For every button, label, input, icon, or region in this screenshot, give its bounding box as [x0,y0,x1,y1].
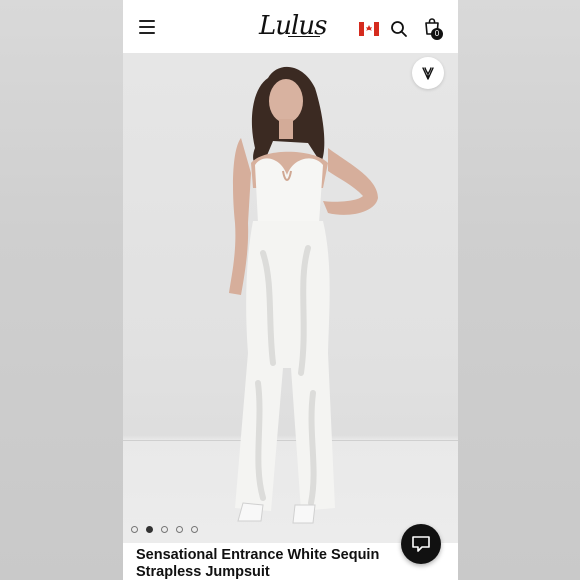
wishlist-button[interactable] [412,57,444,89]
canada-flag-icon[interactable] [359,22,379,36]
chat-button[interactable] [401,524,441,564]
logo-underline [288,36,320,37]
site-header: Lulus 0 [123,0,458,53]
product-title: Sensational Entrance White Sequin Strapl… [136,547,406,580]
product-title-line2: Strapless Jumpsuit [136,564,270,580]
model-illustration [229,66,378,524]
chat-icon [412,536,430,552]
product-title-line1: Sensational Entrance White Sequin [136,547,380,563]
search-icon[interactable] [390,20,408,38]
product-image[interactable] [123,53,458,543]
menu-icon[interactable] [139,20,155,34]
carousel-dot-3[interactable] [161,526,168,533]
heart-icon [422,67,434,80]
backdrop-right [458,0,580,580]
carousel-indicators [131,526,198,533]
carousel-dot-2[interactable] [146,526,153,533]
cart-count-badge: 0 [431,28,443,40]
carousel-dot-4[interactable] [176,526,183,533]
backdrop-left [0,0,123,580]
mobile-screen: Lulus 0 Sensational Entrance White Sequi… [123,0,458,580]
carousel-dot-1[interactable] [131,526,138,533]
carousel-dot-5[interactable] [191,526,198,533]
